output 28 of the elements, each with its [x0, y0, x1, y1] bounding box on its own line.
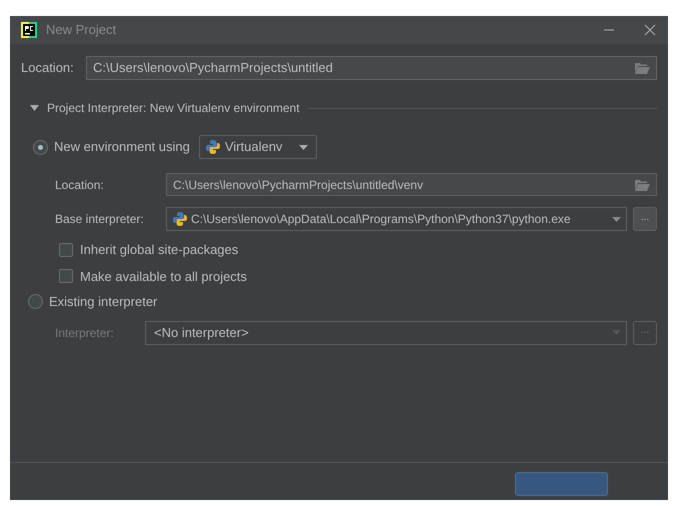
radio-button[interactable] [33, 140, 48, 154]
checkbox-label: Inherit global site-packages [80, 241, 238, 259]
caret-icon[interactable] [612, 216, 621, 222]
primary-button[interactable] [515, 472, 608, 496]
field-label: Location: [21, 59, 75, 78]
field-label: Interpreter: [55, 324, 115, 342]
app-logo-icon [21, 22, 37, 38]
venv-location-field[interactable]: C:\Users\lenovo\PycharmProjects\untitled\venv [166, 173, 657, 196]
python-icon [173, 212, 187, 226]
close-icon[interactable] [644, 24, 656, 36]
python-icon [206, 140, 220, 154]
interpreter-dropdown[interactable]: C:\Users\lenovo\AppData\Local\Programs\Python\Python37\python.exe [166, 207, 627, 231]
field-label: Base interpreter: [55, 211, 145, 228]
option-label: Existing interpreter [49, 293, 158, 311]
caret-icon[interactable] [299, 144, 308, 150]
caret-icon[interactable] [30, 105, 39, 111]
folder-icon[interactable] [635, 62, 650, 74]
browse-button[interactable]: ... [633, 207, 657, 231]
checkbox[interactable] [59, 269, 73, 284]
field-label: Location: [55, 176, 105, 194]
option-label: New environment using [54, 138, 190, 156]
checkbox-label: Make available to all projects [80, 268, 247, 286]
section-title: Project Interpreter: New Virtualenv environment [47, 100, 300, 117]
window-title: New Project [46, 21, 116, 40]
location-field[interactable]: C:\Users\lenovo\PycharmProjects\untitled [86, 56, 657, 80]
tool-dropdown[interactable]: Virtualenv [198, 135, 318, 159]
checkbox[interactable] [59, 242, 73, 257]
folder-icon[interactable] [635, 178, 650, 190]
